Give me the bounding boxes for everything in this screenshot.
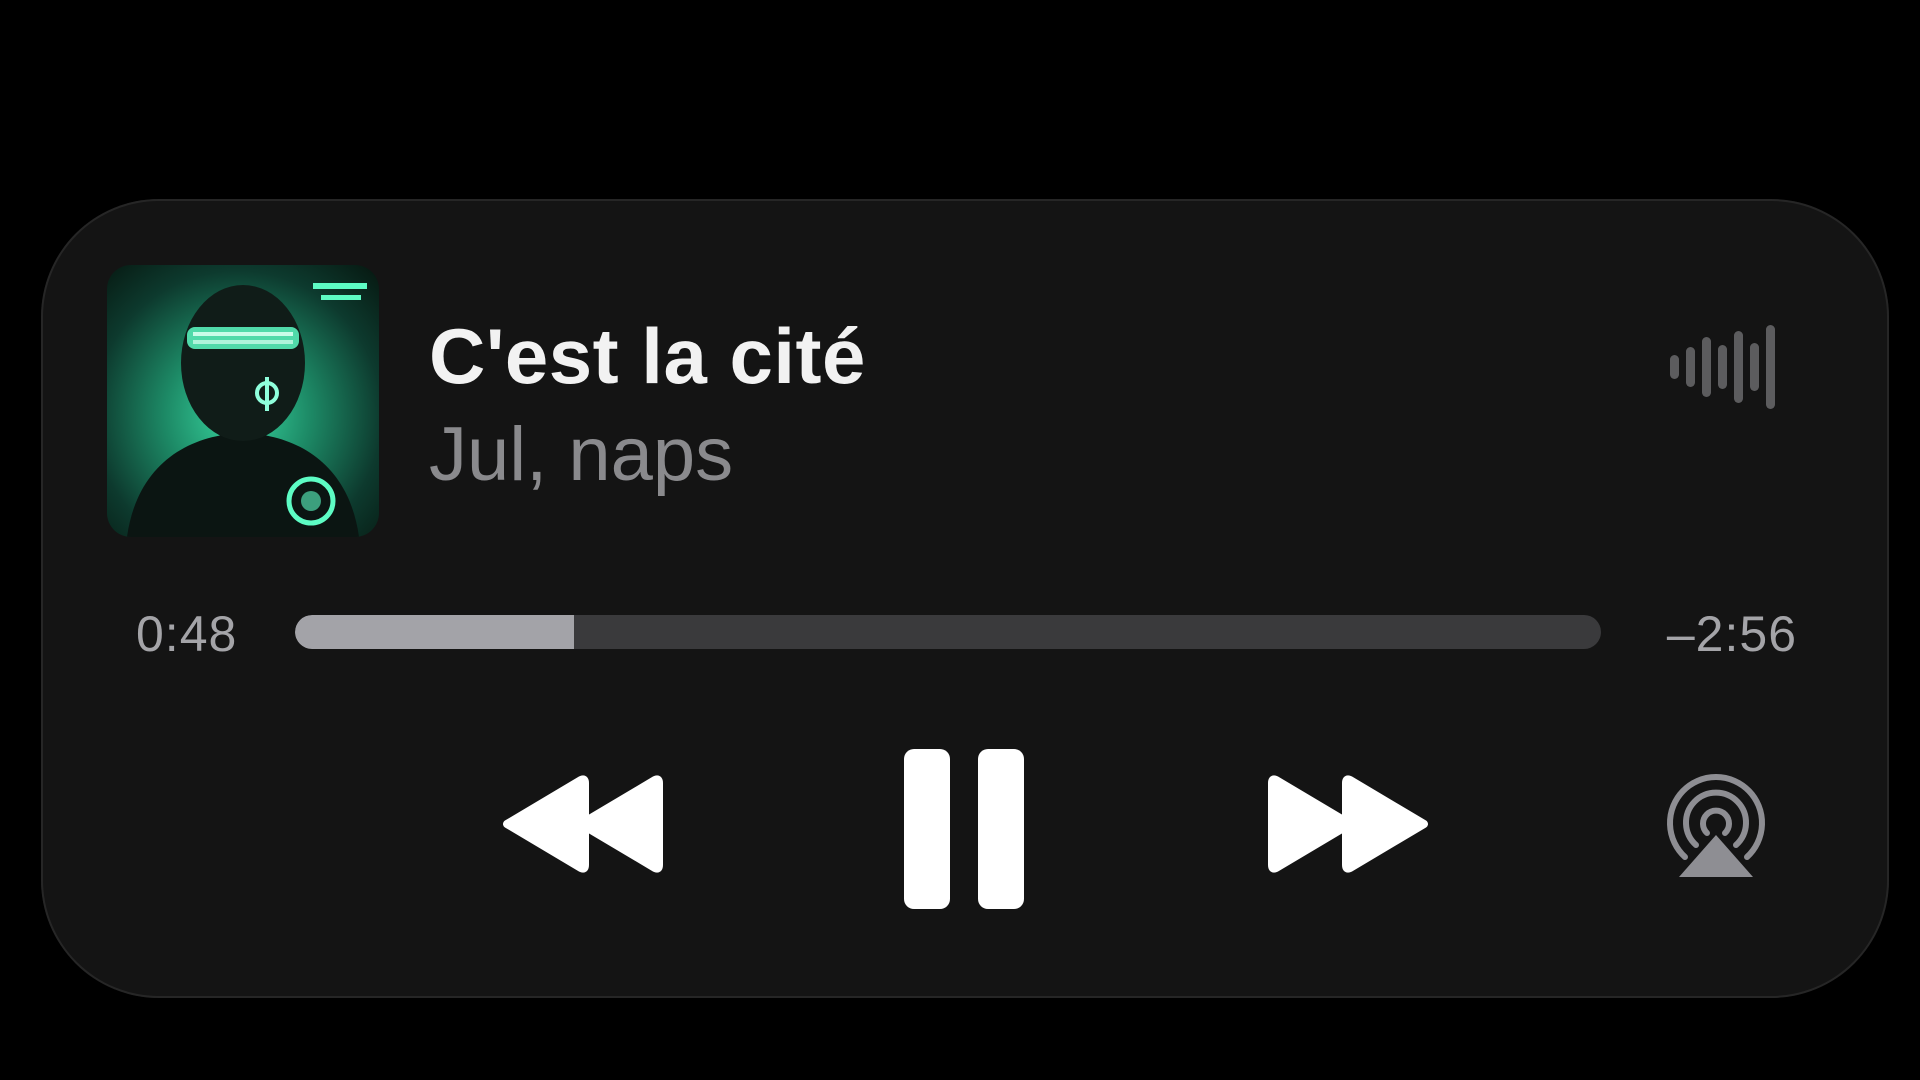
- progress-fill: [295, 615, 575, 649]
- airplay-button[interactable]: [1663, 773, 1769, 879]
- waveform-icon: [1670, 325, 1780, 411]
- track-artist[interactable]: Jul, naps: [429, 411, 733, 498]
- pause-button[interactable]: [902, 747, 1026, 911]
- rewind-button[interactable]: [497, 774, 673, 874]
- remaining-time: –2:56: [1666, 606, 1797, 662]
- now-playing-widget: C'est la cité Jul, naps 0:48 –2:56: [41, 199, 1889, 998]
- airplay-icon: [1667, 774, 1765, 877]
- backward-icon: [503, 775, 663, 873]
- pause-icon: [904, 749, 1024, 909]
- album-artwork[interactable]: [107, 265, 379, 537]
- album-art-image: [127, 283, 367, 537]
- elapsed-time: 0:48: [136, 606, 238, 662]
- fast-forward-button[interactable]: [1258, 774, 1434, 874]
- progress-bar[interactable]: [295, 615, 1601, 649]
- forward-icon: [1268, 775, 1428, 873]
- track-title[interactable]: C'est la cité: [429, 311, 866, 402]
